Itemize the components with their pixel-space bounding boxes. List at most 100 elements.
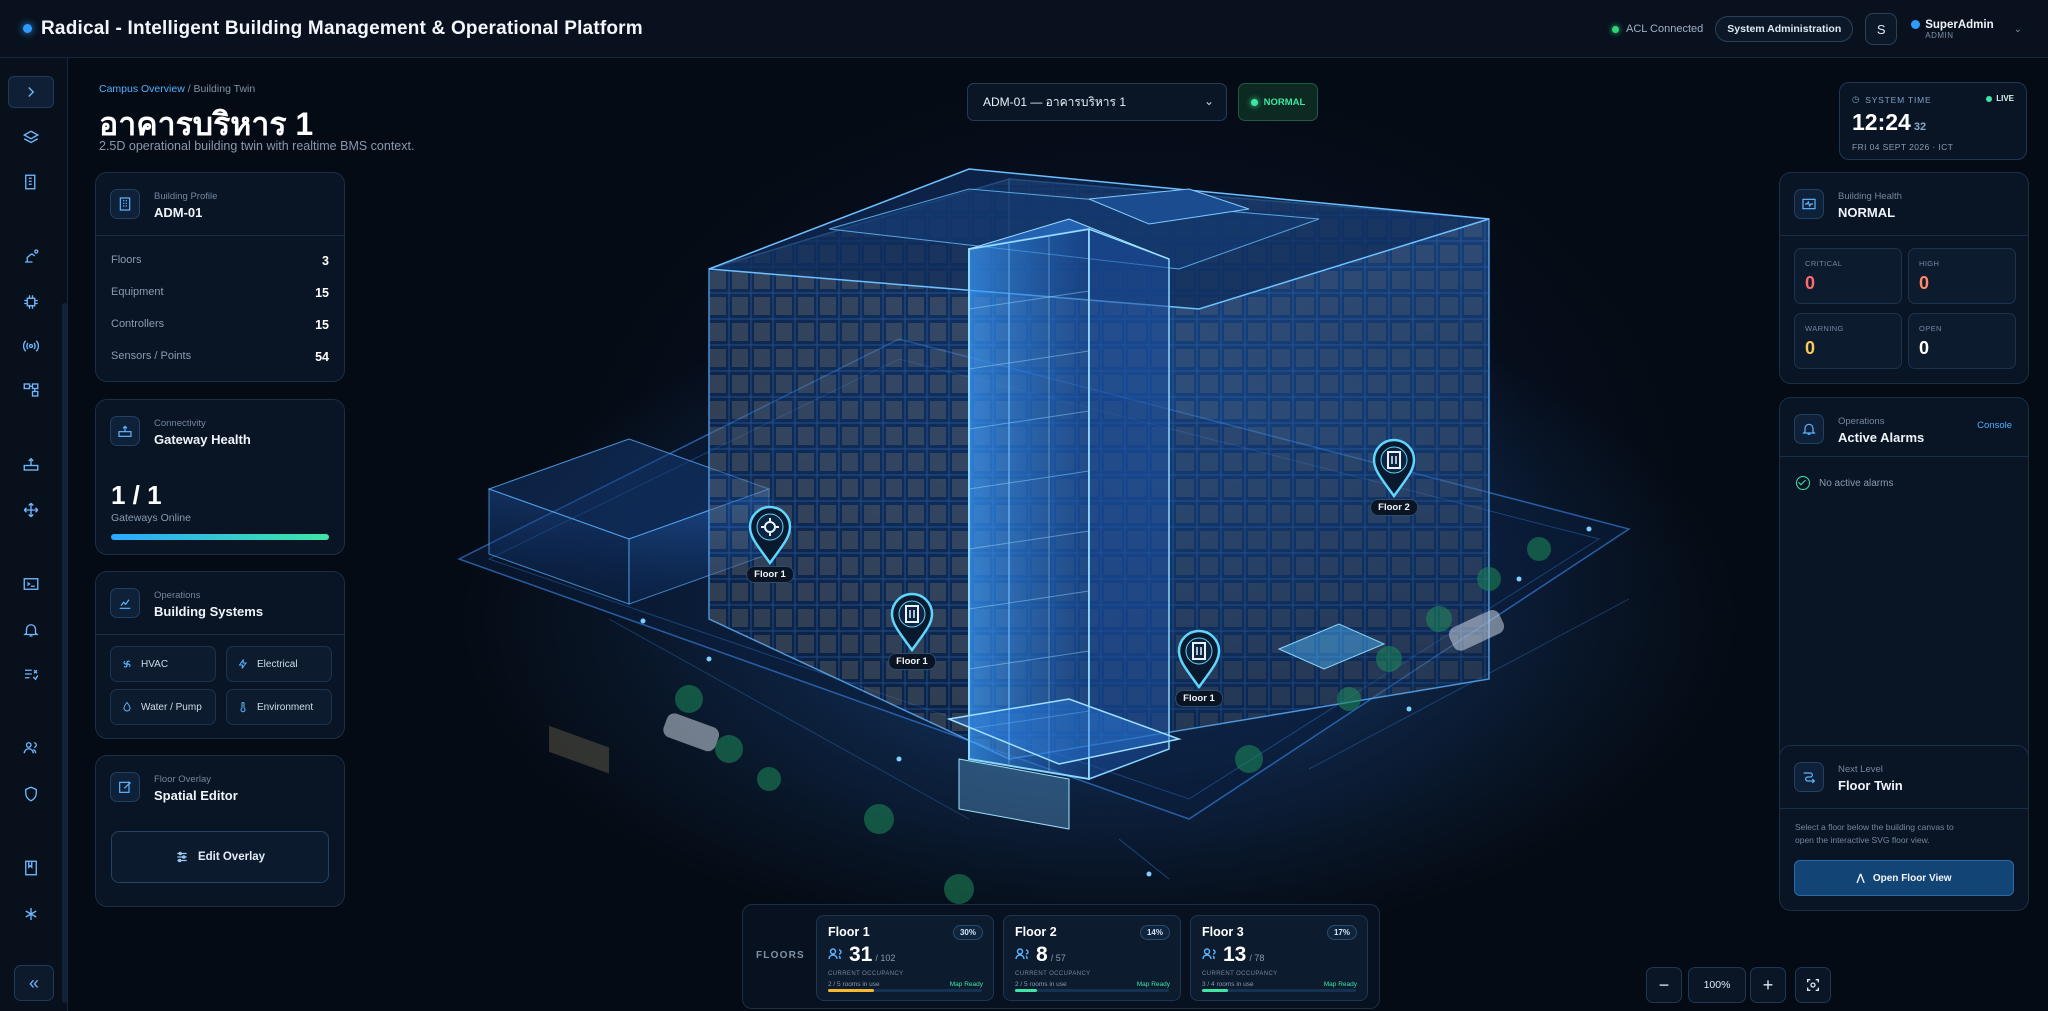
clock-icon: ◷ — [1852, 94, 1861, 104]
console-link[interactable]: Console — [1977, 420, 2012, 431]
floor-pin-label: Floor 1 — [746, 566, 794, 583]
expand-icon[interactable] — [8, 76, 54, 108]
floor-pin[interactable]: Floor 1 — [746, 505, 794, 583]
time-seconds: 32 — [1913, 121, 1927, 133]
floor-rooms: 2 / 5 rooms in use — [828, 981, 880, 988]
bolt-icon — [238, 659, 247, 669]
floor-card-3[interactable]: Floor 3 17% 13/ 78 CURRENT OCCUPANCY 3 /… — [1190, 915, 1368, 1001]
floors-label: FLOORS — [756, 950, 805, 961]
thermometer-icon — [240, 702, 246, 713]
building-select-value: ADM-01 — อาคารบริหาร 1 — [983, 94, 1126, 109]
active-alarms-card: Operations Active Alarms Console No acti… — [1779, 397, 2029, 792]
people-icon — [828, 948, 842, 960]
gateway-progress-fill — [111, 534, 329, 540]
floor-name: Floor 1 — [828, 925, 870, 939]
floor-occupancy-value: 31 — [849, 943, 873, 966]
floor-occupancy-value: 13 — [1223, 943, 1247, 966]
stat-critical[interactable]: CRITICAL 0 — [1794, 248, 1902, 304]
asterisk-icon[interactable] — [8, 898, 54, 930]
edit-overlay-button[interactable]: Edit Overlay — [111, 831, 329, 883]
bell-icon — [1794, 414, 1824, 444]
chevron-down-icon: ⌄ — [1203, 94, 1214, 108]
network-icon[interactable] — [8, 374, 54, 406]
open-floor-view-button[interactable]: ⋀ Open Floor View — [1794, 860, 2014, 896]
avatar[interactable]: S — [1865, 13, 1898, 45]
chevron-down-icon[interactable]: ⌄ — [2014, 24, 2022, 35]
zoom-in-button[interactable]: + — [1750, 967, 1786, 1003]
sliders-icon — [177, 851, 187, 863]
floor-twin-card: Next Level Floor Twin Select a floor bel… — [1779, 745, 2029, 911]
stat-high[interactable]: HIGH 0 — [1908, 248, 2016, 304]
checklist-icon[interactable] — [8, 658, 54, 690]
breadcrumb-link-campus[interactable]: Campus Overview — [99, 83, 185, 95]
double-chevron-left-icon[interactable]: « — [14, 965, 54, 1001]
chip-icon[interactable] — [8, 286, 54, 318]
system-administration-button[interactable]: System Administration — [1715, 16, 1854, 42]
floor-name: Floor 3 — [1202, 925, 1244, 939]
system-date: FRI 04 SEPT 2026 · ICT — [1852, 142, 1954, 152]
router-icon[interactable] — [8, 448, 54, 480]
floor-map-status: Map Ready — [1136, 981, 1170, 988]
card-caption: Operations — [154, 590, 201, 601]
door-icon — [1372, 438, 1416, 499]
system-tile-water[interactable]: Water / Pump — [110, 689, 216, 725]
profile-row-value: 54 — [315, 350, 329, 364]
stat-value: 0 — [1805, 273, 1816, 293]
breadcrumb-current: Building Twin — [193, 83, 256, 95]
floor-occupancy-bar — [828, 989, 982, 992]
floor-card-1[interactable]: Floor 1 30% 31/ 102 CURRENT OCCUPANCY 2 … — [816, 915, 994, 1001]
user-status-dot-icon — [1911, 20, 1921, 29]
building-twin-render[interactable] — [69, 59, 2048, 1011]
divider — [96, 235, 344, 236]
card-title: Active Alarms — [1838, 430, 1925, 445]
sidebar-scrollbar[interactable] — [62, 303, 67, 1003]
layers-icon[interactable] — [8, 122, 54, 154]
floor-card-2[interactable]: Floor 2 14% 8/ 57 CURRENT OCCUPANCY 2 / … — [1003, 915, 1181, 1001]
floor-rooms: 2 / 5 rooms in use — [1015, 981, 1067, 988]
system-tile-environment[interactable]: Environment — [226, 689, 332, 725]
move-icon[interactable] — [8, 494, 54, 526]
book-icon[interactable] — [8, 852, 54, 884]
divider — [96, 634, 344, 635]
stat-warning[interactable]: WARNING 0 — [1794, 313, 1902, 369]
fit-view-button[interactable] — [1795, 967, 1831, 1003]
shield-icon[interactable] — [8, 778, 54, 810]
gear-icon — [748, 505, 792, 566]
profile-row: Equipment 15 — [111, 286, 329, 300]
no-alarms-text: No active alarms — [1819, 477, 1894, 489]
card-title: Building Systems — [154, 604, 264, 619]
user-menu[interactable]: SuperAdmin ADMIN — [1911, 19, 1994, 40]
stat-open[interactable]: OPEN 0 — [1908, 313, 2016, 369]
system-tile-label: Environment — [257, 701, 314, 713]
user-role: ADMIN — [1925, 30, 1954, 40]
floor-pin[interactable]: Floor 1 — [1175, 629, 1223, 707]
floor-pin[interactable]: Floor 1 — [888, 592, 936, 670]
profile-row-label: Equipment — [111, 286, 164, 298]
floor-percent-badge: 17% — [1326, 925, 1357, 940]
profile-row-label: Controllers — [111, 318, 165, 330]
system-tile-electrical[interactable]: Electrical — [226, 646, 332, 682]
zoom-out-button[interactable]: − — [1646, 967, 1682, 1003]
header-right: ACL Connected System Administration S Su… — [1612, 10, 2022, 48]
building-icon — [110, 189, 140, 219]
terminal-icon[interactable] — [8, 568, 54, 600]
robot-arm-icon[interactable] — [8, 240, 54, 272]
card-caption: Operations — [1838, 416, 1885, 427]
profile-row-value: 15 — [315, 286, 329, 300]
stat-label: OPEN — [1919, 324, 1942, 333]
acl-status-text: ACL Connected — [1626, 23, 1704, 35]
system-tile-hvac[interactable]: HVAC — [110, 646, 216, 682]
broadcast-icon[interactable] — [8, 330, 54, 362]
floor-pin-label: Floor 1 — [1175, 690, 1223, 707]
users-icon[interactable] — [8, 732, 54, 764]
gateway-count: 1 / 1 — [111, 480, 162, 510]
floor-map-status: Map Ready — [949, 981, 983, 988]
door-icon — [1177, 629, 1221, 690]
building-profile-card: Building Profile ADM-01 Floors 3 Equipmen… — [95, 172, 345, 382]
floor-pin[interactable]: Floor 2 — [1370, 438, 1418, 516]
building-select[interactable]: ADM-01 — อาคารบริหาร 1 ⌄ — [967, 83, 1227, 121]
brand-dot-icon — [23, 24, 32, 33]
floor-occupancy-bar — [1015, 989, 1169, 992]
bell-icon[interactable] — [8, 614, 54, 646]
building-icon[interactable] — [8, 166, 54, 198]
